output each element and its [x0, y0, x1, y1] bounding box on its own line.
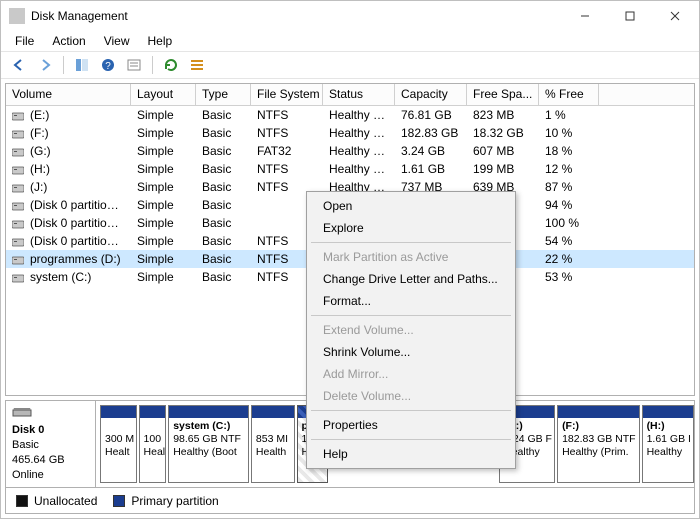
volume-icon [12, 200, 24, 212]
minimize-button[interactable] [562, 1, 607, 31]
col-status[interactable]: Status [323, 84, 395, 105]
layout-icon[interactable] [70, 54, 94, 76]
partition-block[interactable]: system (C:)98.65 GB NTFHealthy (Boot [168, 405, 249, 483]
disk-management-window: Disk Management File Action View Help ? … [0, 0, 700, 519]
volume-icon [12, 164, 24, 176]
context-menu-separator [311, 439, 511, 440]
volume-list-header: Volume Layout Type File System Status Ca… [6, 84, 694, 106]
menubar: File Action View Help [1, 31, 699, 51]
volume-icon [12, 236, 24, 248]
menu-action[interactable]: Action [44, 32, 93, 50]
disk-type: Basic [12, 439, 39, 451]
disk-icon [12, 405, 44, 421]
legend-swatch-unallocated [16, 495, 28, 507]
refresh-icon[interactable] [159, 54, 183, 76]
properties-icon[interactable] [122, 54, 146, 76]
maximize-button[interactable] [607, 1, 652, 31]
window-title: Disk Management [31, 9, 562, 23]
table-row[interactable]: (F:)SimpleBasicNTFSHealthy (P...182.83 G… [6, 124, 694, 142]
legend-unallocated: Unallocated [34, 494, 97, 508]
col-layout[interactable]: Layout [131, 84, 196, 105]
context-menu-item: Add Mirror... [309, 363, 513, 385]
col-filesystem[interactable]: File System [251, 84, 323, 105]
disk-status: Online [12, 469, 44, 481]
volume-icon [12, 146, 24, 158]
app-icon [9, 8, 25, 24]
disk-info[interactable]: Disk 0 Basic 465.64 GB Online [6, 401, 96, 487]
partition-block[interactable]: 300 MHealt [100, 405, 137, 483]
context-menu: OpenExplore Mark Partition as ActiveChang… [306, 191, 516, 469]
volume-icon [12, 254, 24, 266]
context-menu-item[interactable]: Change Drive Letter and Paths... [309, 268, 513, 290]
context-menu-item: Delete Volume... [309, 385, 513, 407]
context-menu-separator [311, 315, 511, 316]
partition-block[interactable]: 853 MIHealth [251, 405, 295, 483]
list-icon[interactable] [185, 54, 209, 76]
disk-name: Disk 0 [12, 424, 44, 436]
help-icon[interactable]: ? [96, 54, 120, 76]
col-pctfree[interactable]: % Free [539, 84, 599, 105]
col-freespace[interactable]: Free Spa... [467, 84, 539, 105]
legend-primary: Primary partition [131, 494, 218, 508]
volume-icon [12, 272, 24, 284]
col-capacity[interactable]: Capacity [395, 84, 467, 105]
context-menu-item[interactable]: Explore [309, 217, 513, 239]
titlebar: Disk Management [1, 1, 699, 31]
context-menu-item[interactable]: Open [309, 195, 513, 217]
context-menu-separator [311, 242, 511, 243]
menu-view[interactable]: View [96, 32, 138, 50]
context-menu-item[interactable]: Properties [309, 414, 513, 436]
partition-block[interactable]: (H:)1.61 GB IHealthy [642, 405, 694, 483]
volume-icon [12, 110, 24, 122]
col-type[interactable]: Type [196, 84, 251, 105]
legend: Unallocated Primary partition [5, 488, 695, 514]
volume-icon [12, 128, 24, 140]
context-menu-item: Extend Volume... [309, 319, 513, 341]
close-button[interactable] [652, 1, 697, 31]
disk-size: 465.64 GB [12, 454, 65, 466]
partition-block[interactable]: 100Heal [139, 405, 167, 483]
volume-icon [12, 218, 24, 230]
context-menu-item[interactable]: Shrink Volume... [309, 341, 513, 363]
menu-file[interactable]: File [7, 32, 42, 50]
forward-icon[interactable] [33, 54, 57, 76]
menu-help[interactable]: Help [140, 32, 181, 50]
volume-icon [12, 182, 24, 194]
toolbar: ? [1, 51, 699, 79]
back-icon[interactable] [7, 54, 31, 76]
svg-text:?: ? [105, 61, 111, 72]
context-menu-item[interactable]: Help [309, 443, 513, 465]
table-row[interactable]: (H:)SimpleBasicNTFSHealthy (P...1.61 GB1… [6, 160, 694, 178]
table-row[interactable]: (G:)SimpleBasicFAT32Healthy (P...3.24 GB… [6, 142, 694, 160]
legend-swatch-primary [113, 495, 125, 507]
table-row[interactable]: (E:)SimpleBasicNTFSHealthy (P...76.81 GB… [6, 106, 694, 124]
context-menu-item[interactable]: Format... [309, 290, 513, 312]
context-menu-separator [311, 410, 511, 411]
context-menu-item: Mark Partition as Active [309, 246, 513, 268]
col-volume[interactable]: Volume [6, 84, 131, 105]
partition-block[interactable]: (F:)182.83 GB NTFHealthy (Prim. [557, 405, 640, 483]
